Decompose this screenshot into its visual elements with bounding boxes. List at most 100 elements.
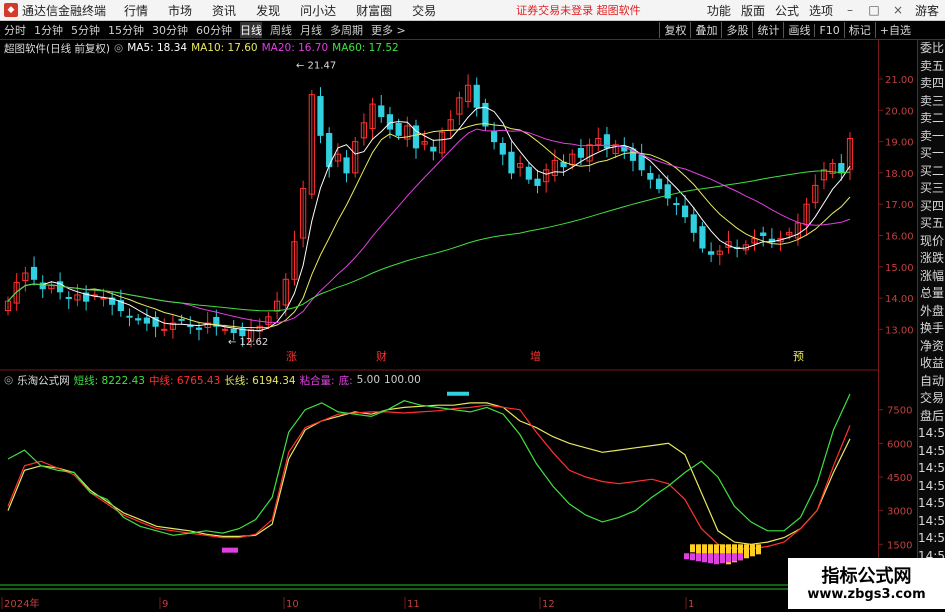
- candle-body[interactable]: [647, 173, 654, 180]
- sidebar-item[interactable]: 卖五: [918, 58, 945, 76]
- toolbar-button[interactable]: 统计: [752, 22, 783, 38]
- candle-body[interactable]: [603, 134, 611, 149]
- sidebar-item[interactable]: 收益: [918, 355, 945, 373]
- period-tab[interactable]: 周线: [270, 22, 292, 38]
- sidebar-item[interactable]: 买四: [918, 198, 945, 216]
- toolbar-button[interactable]: 画线: [783, 22, 814, 38]
- candle-body[interactable]: [508, 151, 515, 174]
- candle-body[interactable]: [430, 146, 437, 152]
- candle-body[interactable]: [143, 317, 150, 324]
- candle-body[interactable]: [655, 178, 663, 190]
- event-marker[interactable]: 涨: [286, 350, 297, 363]
- sidebar-item[interactable]: 盘后: [918, 408, 945, 426]
- candle-body[interactable]: [178, 318, 185, 321]
- sidebar-item[interactable]: 委比: [918, 40, 945, 58]
- candle-body[interactable]: [577, 147, 585, 158]
- sidebar-item[interactable]: 净资: [918, 338, 945, 356]
- candle-body[interactable]: [395, 122, 402, 136]
- toolbar-button[interactable]: 叠加: [690, 22, 721, 38]
- sidebar-item[interactable]: 卖二: [918, 110, 945, 128]
- candle-body[interactable]: [838, 163, 845, 174]
- minimize-icon[interactable]: –: [843, 3, 857, 17]
- period-tab[interactable]: 30分钟: [152, 22, 188, 38]
- candle-body[interactable]: [525, 166, 532, 180]
- menu-trade[interactable]: 交易: [412, 2, 436, 19]
- candle-body[interactable]: [690, 214, 697, 233]
- menu-options[interactable]: 选项: [809, 2, 833, 19]
- candle-body[interactable]: [499, 142, 506, 155]
- candle-body[interactable]: [534, 178, 541, 186]
- sidebar-item[interactable]: 总量: [918, 285, 945, 303]
- guest-user[interactable]: 游客: [915, 2, 939, 19]
- candle-body[interactable]: [699, 226, 706, 249]
- sidebar-item[interactable]: 14:56: [918, 530, 945, 548]
- toolbar-button[interactable]: 复权: [659, 22, 690, 38]
- candle-body[interactable]: [638, 154, 645, 171]
- candle-body[interactable]: [673, 203, 680, 206]
- menu-assistant[interactable]: 问小达: [300, 2, 336, 19]
- sidebar-item[interactable]: 买二: [918, 163, 945, 181]
- candle-body[interactable]: [490, 131, 498, 143]
- menu-function[interactable]: 功能: [707, 2, 731, 19]
- candle-body[interactable]: [708, 251, 715, 255]
- menu-market[interactable]: 市场: [168, 2, 192, 19]
- period-tab[interactable]: 60分钟: [196, 22, 232, 38]
- candle-body[interactable]: [343, 157, 350, 174]
- toolbar-button[interactable]: F10: [814, 23, 843, 37]
- sidebar-item[interactable]: 14:56: [918, 495, 945, 513]
- period-tab[interactable]: 1分钟: [34, 22, 63, 38]
- candlestick-chart[interactable]: ← 21.47 ← 12.62 涨 财 增 预: [0, 40, 878, 597]
- sidebar-item[interactable]: 涨幅: [918, 268, 945, 286]
- candle-body[interactable]: [317, 96, 324, 136]
- sidebar-item[interactable]: 卖四: [918, 75, 945, 93]
- event-marker[interactable]: 增: [530, 349, 541, 363]
- sidebar-item[interactable]: 14:56: [918, 460, 945, 478]
- candle-body[interactable]: [378, 105, 385, 118]
- period-tab[interactable]: 日线: [240, 22, 262, 38]
- period-tab[interactable]: 5分钟: [71, 22, 100, 38]
- menu-discover[interactable]: 发现: [256, 2, 280, 19]
- settings-icon[interactable]: ◎: [4, 374, 13, 386]
- sidebar-item[interactable]: 卖一: [918, 128, 945, 146]
- menu-news[interactable]: 资讯: [212, 2, 236, 19]
- candle-body[interactable]: [30, 266, 38, 280]
- candle-body[interactable]: [760, 232, 767, 236]
- trade-login-alert[interactable]: 证券交易未登录 超图软件: [516, 2, 641, 18]
- period-tab[interactable]: 更多 >: [371, 22, 406, 38]
- period-tab[interactable]: 月线: [300, 22, 322, 38]
- sidebar-item[interactable]: 交易: [918, 390, 945, 408]
- maximize-icon[interactable]: □: [867, 3, 881, 17]
- sidebar-item[interactable]: 现价: [918, 233, 945, 251]
- sidebar-item[interactable]: 换手: [918, 320, 945, 338]
- sidebar-item[interactable]: 14:56: [918, 425, 945, 443]
- settings-icon[interactable]: ◎: [114, 42, 123, 54]
- candle-body[interactable]: [681, 205, 689, 218]
- sidebar-item[interactable]: 涨跌: [918, 250, 945, 268]
- toolbar-button[interactable]: 标记: [843, 22, 875, 38]
- candle-body[interactable]: [221, 328, 229, 331]
- candle-body[interactable]: [230, 328, 237, 333]
- toolbar-button[interactable]: 多股: [721, 22, 752, 38]
- menu-formula[interactable]: 公式: [775, 2, 799, 19]
- menu-wealth[interactable]: 财富圈: [356, 2, 392, 19]
- sidebar-item[interactable]: 买五: [918, 215, 945, 233]
- chart-area[interactable]: ← 21.47 ← 12.62 涨财增预 超图软件(日线 前复权) ◎ MA5: 18.…: [0, 40, 878, 609]
- candle-body[interactable]: [187, 325, 194, 328]
- sidebar-item[interactable]: 买三: [918, 180, 945, 198]
- candle-body[interactable]: [126, 315, 133, 318]
- candle-body[interactable]: [135, 318, 142, 321]
- candle-body[interactable]: [65, 296, 72, 299]
- candle-body[interactable]: [161, 328, 168, 331]
- candle-body[interactable]: [100, 297, 107, 300]
- sidebar-item[interactable]: 自动: [918, 373, 945, 391]
- sidebar-item[interactable]: 14:56: [918, 478, 945, 496]
- event-marker[interactable]: 财: [376, 349, 387, 363]
- sidebar-item[interactable]: 外盘: [918, 303, 945, 321]
- period-tab[interactable]: 分时: [4, 22, 26, 38]
- toolbar-button[interactable]: +自选: [874, 22, 915, 38]
- period-tab[interactable]: 多周期: [330, 22, 363, 38]
- period-tab[interactable]: 15分钟: [108, 22, 144, 38]
- sidebar-item[interactable]: 14:56: [918, 443, 945, 461]
- sidebar-item[interactable]: 卖三: [918, 93, 945, 111]
- menu-layout[interactable]: 版面: [741, 2, 765, 19]
